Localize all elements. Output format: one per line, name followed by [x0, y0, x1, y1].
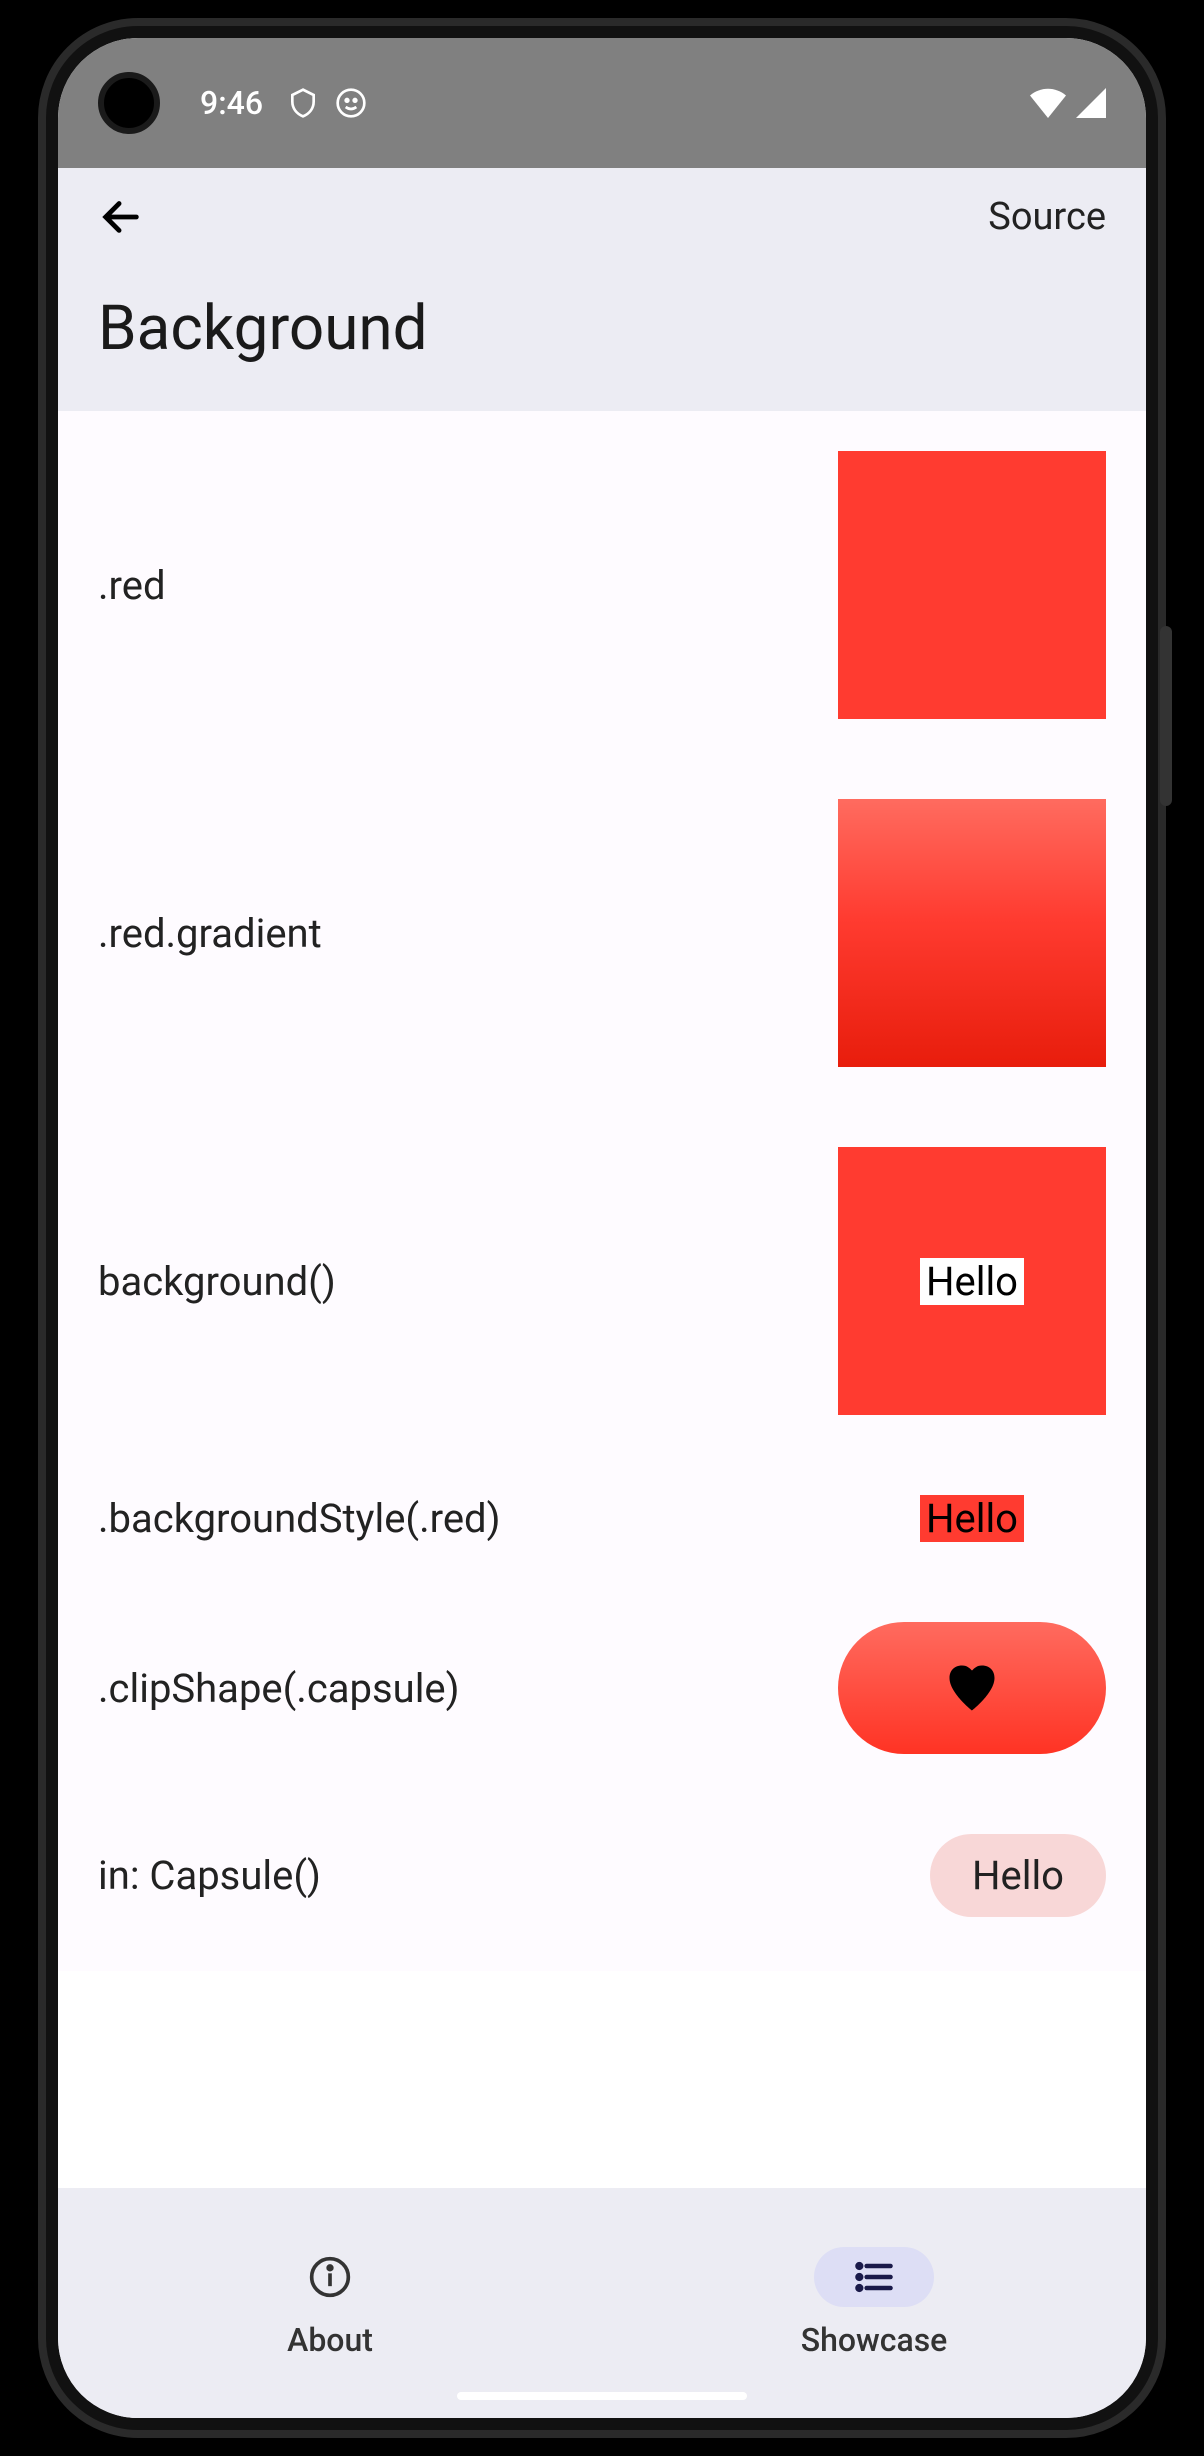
phone-frame: 9:46 Source Background .red [38, 18, 1166, 2438]
status-time: 9:46 [200, 84, 263, 122]
camera-hole [98, 72, 160, 134]
app-header: Source Background [58, 168, 1146, 411]
red-square [838, 451, 1106, 719]
status-bar: 9:46 [58, 38, 1146, 168]
wifi-icon [1030, 88, 1066, 118]
pink-capsule-hello: Hello [930, 1834, 1106, 1917]
row-label-red-gradient: .red.gradient [98, 910, 322, 957]
capsule-heart [838, 1622, 1106, 1754]
preview [838, 451, 1106, 719]
page-title: Background [98, 292, 1106, 365]
preview: Hello [838, 1147, 1106, 1415]
hello-red-label: Hello [920, 1495, 1024, 1542]
preview [838, 1622, 1106, 1754]
nav-item-showcase[interactable]: Showcase [602, 2188, 1146, 2418]
list-item[interactable]: .clipShape(.capsule) [98, 1582, 1106, 1794]
content-list[interactable]: .red .red.gradient background() Hello [58, 411, 1146, 1971]
preview: Hello [838, 1834, 1106, 1917]
list-item[interactable]: .red.gradient [98, 759, 1106, 1107]
face-icon [335, 87, 367, 119]
list-item[interactable]: in: Capsule() Hello [98, 1794, 1106, 1917]
hello-label: Hello [920, 1258, 1024, 1305]
heart-icon [942, 1658, 1002, 1718]
preview [838, 799, 1106, 1067]
screen: 9:46 Source Background .red [58, 38, 1146, 2418]
row-label-background-style: .backgroundStyle(.red) [98, 1495, 501, 1542]
side-button [1160, 626, 1172, 806]
status-icons-left [287, 87, 367, 119]
row-label-red: .red [98, 562, 166, 609]
header-top: Source [98, 194, 1106, 240]
row-label-background-fn: background() [98, 1258, 336, 1305]
list-item[interactable]: .red [98, 411, 1106, 759]
back-arrow-icon[interactable] [98, 194, 144, 240]
nav-item-about[interactable]: About [58, 2188, 602, 2418]
status-icons-right [1030, 88, 1106, 118]
nav-label-about: About [287, 2321, 373, 2359]
nav-icon-wrap [270, 2247, 390, 2307]
row-label-in-capsule: in: Capsule() [98, 1852, 321, 1899]
source-link[interactable]: Source [988, 195, 1106, 239]
background-hello-box: Hello [838, 1147, 1106, 1415]
preview: Hello [838, 1495, 1106, 1542]
red-gradient-square [838, 799, 1106, 1067]
row-label-clip-shape: .clipShape(.capsule) [98, 1665, 460, 1712]
bottom-nav: About Showcase [58, 2188, 1146, 2418]
info-icon [308, 2255, 352, 2299]
shield-icon [287, 87, 319, 119]
list-item[interactable]: background() Hello [98, 1107, 1106, 1455]
cellular-icon [1076, 88, 1106, 118]
home-indicator[interactable] [457, 2392, 747, 2400]
nav-icon-wrap-active [814, 2247, 934, 2307]
list-item[interactable]: .backgroundStyle(.red) Hello [98, 1455, 1106, 1582]
list-icon [852, 2255, 896, 2299]
nav-label-showcase: Showcase [801, 2321, 948, 2359]
